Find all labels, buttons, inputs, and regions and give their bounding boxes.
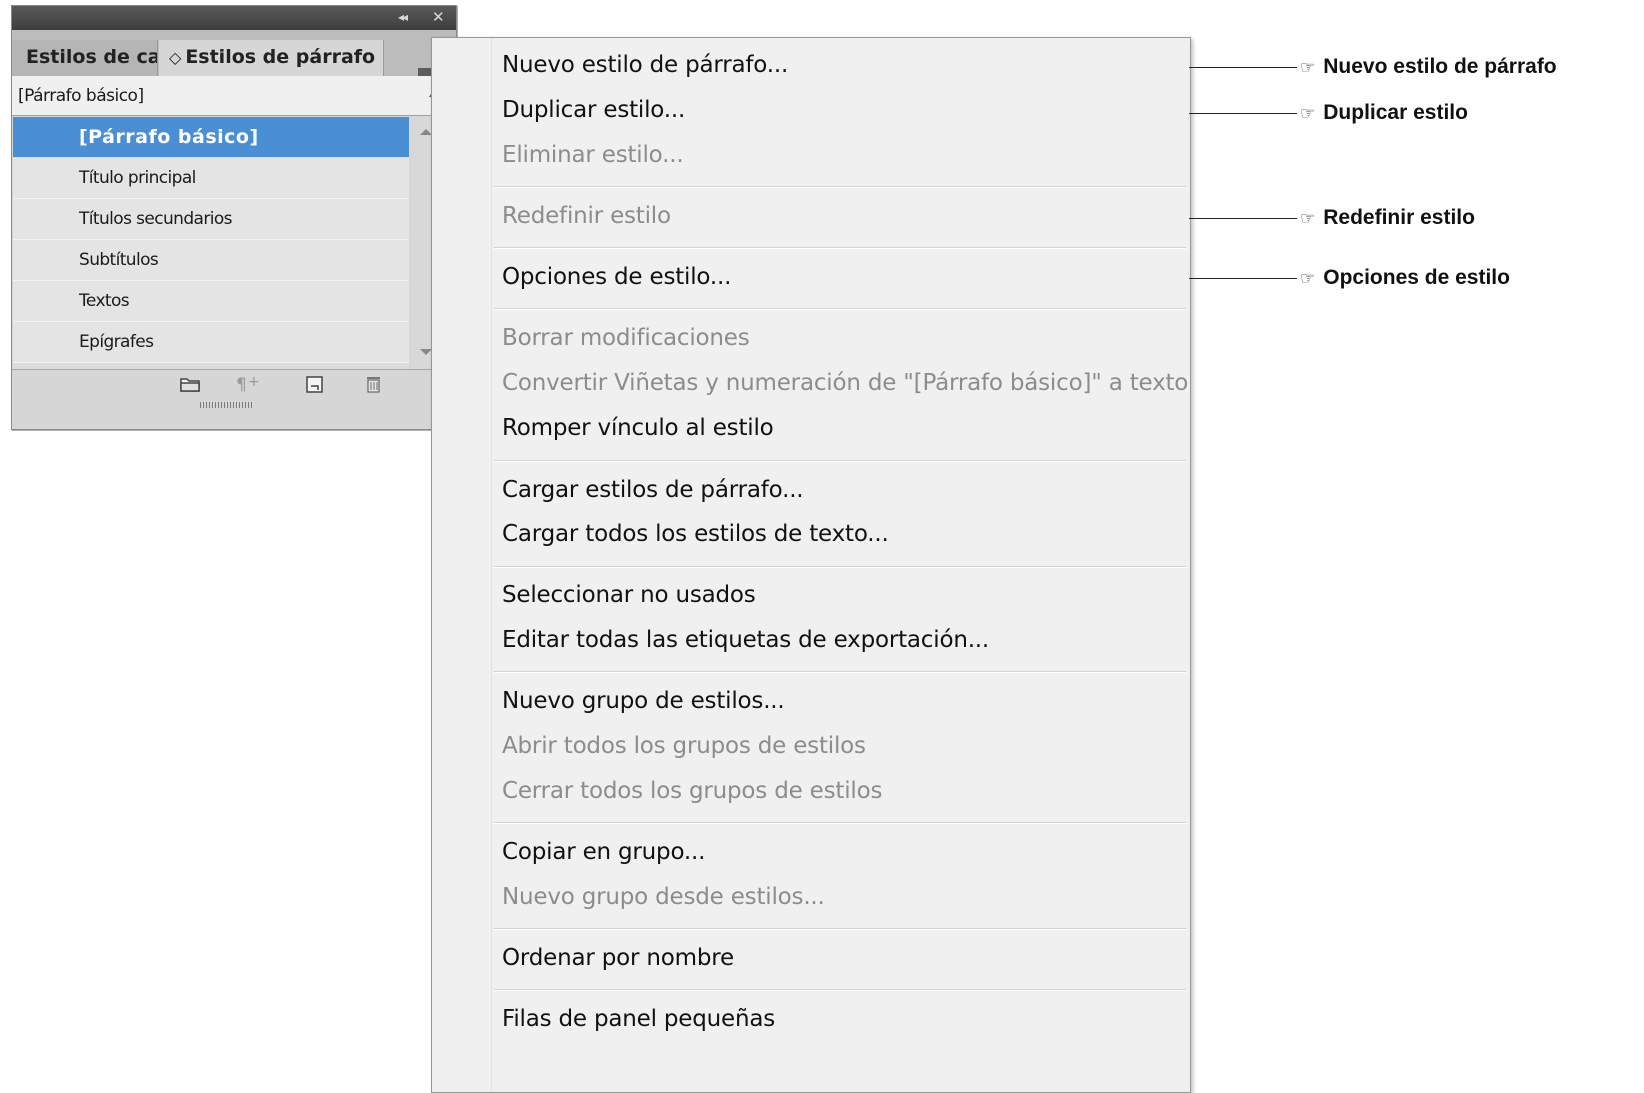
- current-style-label: [Párrafo básico]: [18, 86, 144, 106]
- tab-character-styles[interactable]: Estilos de carácter: [12, 40, 158, 76]
- menu-item[interactable]: Duplicar estilo...: [502, 95, 685, 125]
- pointing-hand-icon: ☞: [1300, 209, 1316, 228]
- menu-separator: [494, 566, 1186, 568]
- style-list-item[interactable]: Título principal: [13, 158, 409, 199]
- tab-paragraph-styles[interactable]: ◇ Estilos de párrafo: [159, 40, 384, 76]
- callout-label: ☞ Duplicar estilo: [1300, 100, 1468, 127]
- style-list-item[interactable]: [Párrafo básico]: [13, 117, 409, 158]
- callout-text: Opciones de estilo: [1323, 266, 1510, 289]
- svg-text:+: +: [248, 374, 260, 390]
- panel-titlebar[interactable]: ◂◂ ✕: [12, 6, 456, 30]
- pointing-hand-icon: ☞: [1300, 269, 1316, 288]
- menu-separator: [494, 308, 1186, 310]
- menu-item[interactable]: Copiar en grupo...: [502, 837, 705, 867]
- menu-separator: [494, 928, 1186, 930]
- callout-label: ☞ Redefinir estilo: [1300, 205, 1475, 232]
- tab-paragraph-styles-label: Estilos de párrafo: [185, 46, 376, 68]
- menu-item[interactable]: Ordenar por nombre: [502, 943, 734, 973]
- callout-label: ☞ Nuevo estilo de párrafo: [1300, 54, 1557, 81]
- panel-footer: ¶ +: [12, 369, 456, 400]
- menu-item[interactable]: Nuevo grupo de estilos...: [502, 686, 785, 716]
- collapse-panel-icon[interactable]: ◂◂: [398, 8, 408, 26]
- clear-overrides-icon[interactable]: ¶ +: [234, 374, 264, 394]
- tab-sort-arrow-icon: ◇: [169, 48, 182, 67]
- folder-icon[interactable]: [179, 374, 201, 394]
- menu-item[interactable]: Romper vínculo al estilo: [502, 413, 774, 443]
- new-style-icon[interactable]: [304, 374, 326, 394]
- callout-leader-line: [1189, 113, 1297, 114]
- menu-separator: [494, 671, 1186, 673]
- menu-item: Eliminar estilo...: [502, 142, 684, 168]
- callout-leader-line: [1189, 67, 1297, 68]
- menu-item: Abrir todos los grupos de estilos: [502, 733, 866, 759]
- menu-icon-gutter: [432, 38, 492, 1092]
- trash-icon[interactable]: [363, 374, 385, 394]
- style-list-item[interactable]: Epígrafes: [13, 322, 409, 363]
- pointing-hand-icon: ☞: [1300, 58, 1316, 77]
- menu-item[interactable]: Seleccionar no usados: [502, 580, 756, 610]
- menu-item: Redefinir estilo: [502, 203, 671, 229]
- callout-text: Duplicar estilo: [1323, 101, 1468, 124]
- menu-item: Nuevo grupo desde estilos...: [502, 884, 825, 910]
- panel-flyout-menu: Nuevo estilo de párrafo... Duplicar estil…: [431, 37, 1191, 1093]
- menu-separator: [494, 989, 1186, 991]
- current-style-bar: [Párrafo básico]: [12, 76, 456, 116]
- menu-separator: [494, 822, 1186, 824]
- style-list-item[interactable]: Subtítulos: [13, 240, 409, 281]
- style-list-item[interactable]: Títulos secundarios: [13, 199, 409, 240]
- style-list-item[interactable]: Textos: [13, 281, 409, 322]
- menu-item[interactable]: Filas de panel pequeñas: [502, 1004, 775, 1034]
- menu-item: Cerrar todos los grupos de estilos: [502, 778, 883, 804]
- menu-item[interactable]: Cargar estilos de párrafo...: [502, 475, 804, 505]
- menu-item: Borrar modificaciones: [502, 325, 750, 351]
- menu-item: Convertir Viñetas y numeración de "[Párr…: [502, 370, 1189, 396]
- menu-separator: [494, 460, 1186, 462]
- pointing-hand-icon: ☞: [1300, 104, 1316, 123]
- menu-separator: [494, 247, 1186, 249]
- menu-separator: [494, 186, 1186, 188]
- panel-tabs: Estilos de carácter ◇Estilos de párrafo …: [12, 30, 456, 94]
- callout-text: Nuevo estilo de párrafo: [1323, 55, 1557, 78]
- paragraph-styles-panel: ◂◂ ✕ Estilos de carácter ◇Estilos de pár…: [11, 5, 457, 430]
- menu-item[interactable]: Editar todas las etiquetas de exportació…: [502, 625, 989, 655]
- menu-item[interactable]: Nuevo estilo de párrafo...: [502, 50, 788, 80]
- callout-leader-line: [1189, 278, 1297, 279]
- callout-leader-line: [1189, 218, 1297, 219]
- panel-bottom-grip[interactable]: [200, 402, 252, 408]
- menu-item[interactable]: Cargar todos los estilos de texto...: [502, 519, 889, 549]
- menu-item[interactable]: Opciones de estilo...: [502, 262, 731, 292]
- callout-text: Redefinir estilo: [1323, 206, 1475, 229]
- callout-label: ☞ Opciones de estilo: [1300, 265, 1510, 292]
- svg-text:¶: ¶: [236, 375, 247, 394]
- style-list: [Párrafo básico] Título principal Títulos …: [13, 117, 409, 369]
- close-panel-icon[interactable]: ✕: [432, 8, 445, 26]
